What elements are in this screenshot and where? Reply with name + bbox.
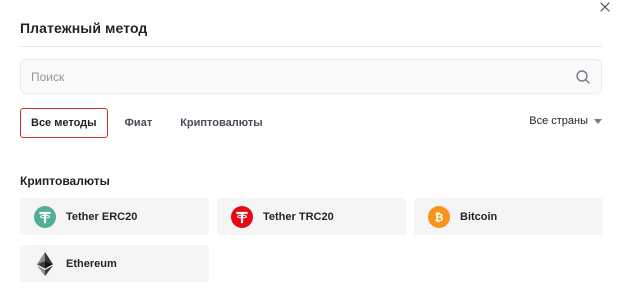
caret-down-icon <box>594 119 602 124</box>
country-dropdown[interactable]: Все страны <box>529 115 602 127</box>
method-label: Bitcoin <box>460 210 498 223</box>
method-tether-trc20[interactable]: Tether TRC20 <box>217 198 406 235</box>
close-icon <box>600 2 610 12</box>
search-icon[interactable] <box>575 69 591 85</box>
bitcoin-icon: ₿ <box>428 205 450 228</box>
tether-trc20-icon <box>231 205 253 228</box>
method-ethereum[interactable]: Ethereum <box>20 245 209 282</box>
method-tether-erc20[interactable]: Tether ERC20 <box>20 198 209 235</box>
method-tabs: Все методы Фиат Криптовалюты <box>20 108 280 138</box>
modal-title: Платежный метод <box>20 20 148 36</box>
method-bitcoin[interactable]: ₿ Bitcoin <box>414 198 603 235</box>
svg-text:₿: ₿ <box>435 211 444 224</box>
method-label: Tether ERC20 <box>66 210 138 223</box>
title-divider <box>20 46 602 47</box>
tab-fiat[interactable]: Фиат <box>114 108 164 138</box>
method-label: Tether TRC20 <box>263 210 334 223</box>
ethereum-icon <box>34 251 56 276</box>
method-label: Ethereum <box>66 257 117 270</box>
search-input[interactable] <box>31 69 575 84</box>
section-title-crypto: Криптовалюты <box>20 174 110 188</box>
tab-crypto[interactable]: Криптовалюты <box>169 108 273 138</box>
search-box[interactable] <box>20 59 602 94</box>
country-dropdown-label: Все страны <box>529 115 588 127</box>
close-button[interactable] <box>598 0 612 14</box>
tab-all-methods[interactable]: Все методы <box>20 108 108 138</box>
tether-erc20-icon <box>34 205 56 228</box>
